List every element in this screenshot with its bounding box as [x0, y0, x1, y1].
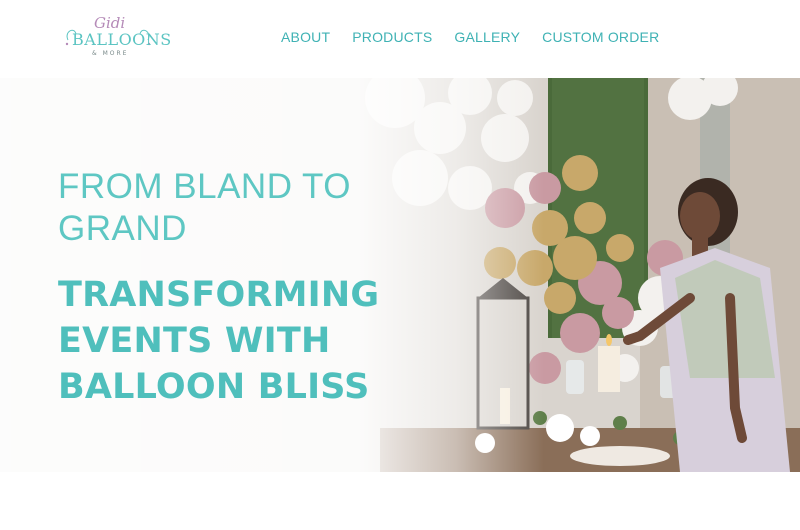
hero-tagline: TRANSFORMING EVENTS WITH BALLOON BLISS — [58, 275, 380, 407]
logo-wordmark: BALLOONS — [72, 30, 172, 49]
nav-link-about[interactable]: ABOUT — [281, 29, 330, 45]
nav-link-gallery[interactable]: GALLERY — [454, 29, 520, 45]
main-nav: ABOUT PRODUCTS GALLERY CUSTOM ORDER — [281, 29, 659, 45]
site-header: Gidi BALLOONS & MORE ABOUT PRODUCTS GALL… — [0, 0, 800, 78]
nav-link-custom-order[interactable]: CUSTOM ORDER — [542, 29, 659, 45]
logo-subtext: & MORE — [92, 50, 129, 57]
hero-banner: FROM BLAND TO GRAND TRANSFORMING EVENTS … — [0, 78, 800, 472]
hero-headline: FROM BLAND TO GRAND — [58, 167, 352, 248]
brand-logo[interactable]: Gidi BALLOONS & MORE — [62, 14, 171, 62]
page-body-start — [0, 472, 800, 530]
nav-link-products[interactable]: PRODUCTS — [352, 29, 432, 45]
